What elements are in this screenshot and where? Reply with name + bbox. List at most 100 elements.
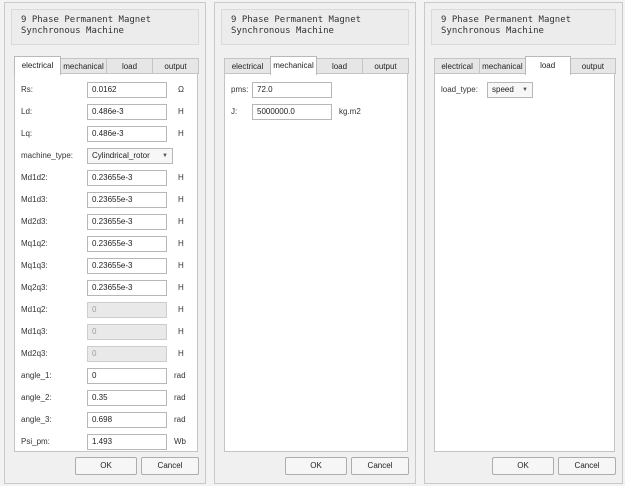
field-label: Md1q2:	[21, 305, 48, 314]
angle-2-input[interactable]: 0.35	[87, 390, 167, 406]
dialog-title: 9 Phase Permanent Magnet Synchronous Mac…	[431, 9, 616, 45]
field-row-md1d2: Md1d2: 0.23655e-3 H	[15, 170, 197, 186]
cancel-button[interactable]: Cancel	[351, 457, 409, 475]
tab-mechanical[interactable]: mechanical	[60, 58, 107, 74]
field-unit: H	[178, 173, 184, 182]
field-label: angle_3:	[21, 415, 52, 424]
field-unit: rad	[174, 415, 186, 424]
mechanical-panel: pms: 72.0 J: 5000000.0 kg.m2	[224, 73, 408, 452]
electrical-panel: Rs: 0.0162 Ω Ld: 0.486e-3 H Lq: 0.486e-3…	[14, 73, 198, 452]
field-unit: Wb	[174, 437, 186, 446]
tab-output[interactable]: output	[152, 58, 199, 74]
field-label: Md1d2:	[21, 173, 48, 182]
machine-type-select[interactable]: Cylindrical_rotor ▼	[87, 148, 173, 164]
cancel-button[interactable]: Cancel	[558, 457, 616, 475]
tab-output[interactable]: output	[362, 58, 409, 74]
field-row-md2d3: Md2d3: 0.23655e-3 H	[15, 214, 197, 230]
load-type-value: speed	[492, 85, 514, 94]
field-row-md1q3: Md1q3: 0 H	[15, 324, 197, 340]
tab-electrical[interactable]: electrical	[14, 56, 61, 75]
field-label: J:	[231, 107, 238, 116]
tab-load[interactable]: load	[524, 56, 571, 75]
ok-button[interactable]: OK	[75, 457, 137, 475]
tab-mechanical[interactable]: mechanical	[479, 58, 526, 74]
tab-bar: electrical mechanical load output	[434, 56, 616, 75]
machine-dialog-load: 9 Phase Permanent Magnet Synchronous Mac…	[424, 2, 623, 484]
md1d3-input[interactable]: 0.23655e-3	[87, 192, 167, 208]
ld-input[interactable]: 0.486e-3	[87, 104, 167, 120]
dialog-title: 9 Phase Permanent Magnet Synchronous Mac…	[221, 9, 409, 45]
angle-1-input[interactable]: 0	[87, 368, 167, 384]
j-input[interactable]: 5000000.0	[252, 104, 332, 120]
cancel-button[interactable]: Cancel	[141, 457, 199, 475]
tab-load[interactable]: load	[316, 58, 363, 74]
field-row-md1d3: Md1d3: 0.23655e-3 H	[15, 192, 197, 208]
field-row-psi-pm: Psi_pm: 1.493 Wb	[15, 434, 197, 450]
load-panel: load_type: speed ▼	[434, 73, 615, 452]
field-unit: H	[178, 195, 184, 204]
chevron-down-icon: ▼	[162, 153, 168, 159]
lq-input[interactable]: 0.486e-3	[87, 126, 167, 142]
tab-bar: electrical mechanical load output	[14, 56, 199, 75]
pms-input[interactable]: 72.0	[252, 82, 332, 98]
md1q3-input: 0	[87, 324, 167, 340]
field-label: Md1d3:	[21, 195, 48, 204]
field-label: Md1q3:	[21, 327, 48, 336]
field-row-mq2q3: Mq2q3: 0.23655e-3 H	[15, 280, 197, 296]
field-unit: H	[178, 327, 184, 336]
field-label: Mq1q3:	[21, 261, 48, 270]
field-unit: H	[178, 305, 184, 314]
field-unit: rad	[174, 393, 186, 402]
field-label: Mq2q3:	[21, 283, 48, 292]
field-unit: H	[178, 239, 184, 248]
field-label: load_type:	[441, 85, 478, 94]
field-unit: H	[178, 129, 184, 138]
machine-type-value: Cylindrical_rotor	[92, 151, 150, 160]
field-row-j: J: 5000000.0 kg.m2	[225, 104, 407, 120]
field-label: Ld:	[21, 107, 33, 116]
md1q2-input: 0	[87, 302, 167, 318]
field-row-mq1q2: Mq1q2: 0.23655e-3 H	[15, 236, 197, 252]
machine-dialog-mechanical: 9 Phase Permanent Magnet Synchronous Mac…	[214, 2, 416, 484]
field-row-load-type: load_type: speed ▼	[435, 82, 614, 98]
tab-bar: electrical mechanical load output	[224, 56, 409, 75]
field-label: angle_1:	[21, 371, 52, 380]
psi-pm-input[interactable]: 1.493	[87, 434, 167, 450]
tab-load[interactable]: load	[106, 58, 153, 74]
field-unit: H	[178, 217, 184, 226]
field-label: angle_2:	[21, 393, 52, 402]
field-row-md1q2: Md1q2: 0 H	[15, 302, 197, 318]
ok-button[interactable]: OK	[285, 457, 347, 475]
mq2q3-input[interactable]: 0.23655e-3	[87, 280, 167, 296]
field-unit: H	[178, 261, 184, 270]
angle-3-input[interactable]: 0.698	[87, 412, 167, 428]
field-row-pms: pms: 72.0	[225, 82, 407, 98]
load-type-select[interactable]: speed ▼	[487, 82, 533, 98]
field-row-angle-3: angle_3: 0.698 rad	[15, 412, 197, 428]
dialog-title: 9 Phase Permanent Magnet Synchronous Mac…	[11, 9, 199, 45]
field-row-lq: Lq: 0.486e-3 H	[15, 126, 197, 142]
md1d2-input[interactable]: 0.23655e-3	[87, 170, 167, 186]
tab-electrical[interactable]: electrical	[434, 58, 481, 74]
md2q3-input: 0	[87, 346, 167, 362]
mq1q2-input[interactable]: 0.23655e-3	[87, 236, 167, 252]
field-row-machine-type: machine_type: Cylindrical_rotor ▼	[15, 148, 197, 164]
field-row-md2q3: Md2q3: 0 H	[15, 346, 197, 362]
field-unit: Ω	[178, 85, 184, 94]
tab-electrical[interactable]: electrical	[224, 58, 271, 74]
field-unit: H	[178, 349, 184, 358]
field-label: Psi_pm:	[21, 437, 50, 446]
field-unit: H	[178, 283, 184, 292]
field-label: pms:	[231, 85, 249, 94]
ok-button[interactable]: OK	[492, 457, 554, 475]
field-label: Rs:	[21, 85, 33, 94]
tab-mechanical[interactable]: mechanical	[270, 56, 317, 75]
field-row-angle-1: angle_1: 0 rad	[15, 368, 197, 384]
rs-input[interactable]: 0.0162	[87, 82, 167, 98]
field-label: Lq:	[21, 129, 33, 138]
field-label: Md2d3:	[21, 217, 48, 226]
tab-output[interactable]: output	[569, 58, 616, 74]
mq1q3-input[interactable]: 0.23655e-3	[87, 258, 167, 274]
field-row-mq1q3: Mq1q3: 0.23655e-3 H	[15, 258, 197, 274]
md2d3-input[interactable]: 0.23655e-3	[87, 214, 167, 230]
